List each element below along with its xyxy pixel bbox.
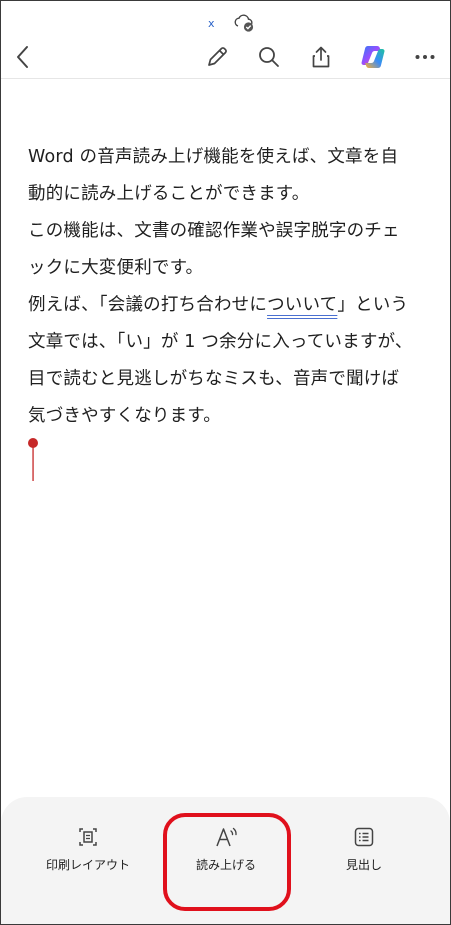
- doc-line: 文章では、「い」が 1 つ余分に入っていますが、: [28, 332, 413, 352]
- toolbar-divider: [1, 78, 450, 79]
- doc-line: Word の音声読み上げ機能を使えば、文章を自: [28, 147, 399, 167]
- title-status-area: x: [1, 13, 450, 37]
- headings-label: 見出し: [345, 858, 382, 872]
- copilot-icon: [361, 46, 385, 68]
- search-icon: [259, 47, 279, 67]
- edit-button[interactable]: [199, 39, 235, 75]
- headings-icon: [354, 827, 374, 847]
- doc-line: 例えば、「会議の打ち合わせについいて」という: [28, 287, 428, 324]
- ellipsis-icon: [415, 55, 435, 59]
- read-aloud-button[interactable]: 読み上げる: [176, 825, 276, 874]
- top-toolbar: [1, 37, 450, 77]
- pencil-icon: [208, 47, 227, 66]
- text-cursor-handle[interactable]: [27, 437, 39, 481]
- doc-text: 」という: [337, 295, 409, 315]
- doc-line: 動的に読み上げることができます。: [28, 184, 310, 204]
- doc-line: この機能は、文書の確認作業や誤字脱字のチェ: [28, 221, 400, 241]
- copilot-button[interactable]: [355, 39, 391, 75]
- read-aloud-icon: [216, 827, 237, 847]
- more-options-button[interactable]: [407, 39, 443, 75]
- search-button[interactable]: [251, 39, 287, 75]
- doc-line: ックに大変便利です。: [28, 258, 204, 278]
- print-layout-label: 印刷レイアウト: [45, 858, 130, 872]
- share-button[interactable]: [303, 39, 339, 75]
- doc-text: 例えば、「会議の打ち合わせに: [28, 295, 268, 315]
- doc-marker: x: [208, 17, 215, 30]
- doc-line: 目で読むと見逃しがちなミスも、音声で聞けば: [28, 369, 400, 389]
- read-aloud-label: 読み上げる: [195, 858, 256, 872]
- chevron-left-icon: [17, 46, 28, 68]
- share-icon: [312, 46, 330, 68]
- back-button[interactable]: [5, 39, 41, 75]
- document-body[interactable]: Word の音声読み上げ機能を使えば、文章を自 動的に読み上げることができます。…: [28, 139, 428, 435]
- app-window: x Word の音声読み上げ機能を使えば、文章を自 動的に読み上げることができま…: [0, 0, 451, 925]
- bottom-command-bar: 印刷レイアウト 読み上げる 見出し: [1, 797, 450, 924]
- cloud-synced-icon: [233, 13, 255, 33]
- doc-line: 気づきやすくなります。: [28, 406, 221, 426]
- print-layout-button[interactable]: 印刷レイアウト: [38, 825, 138, 874]
- spelling-flagged-word[interactable]: ついいて: [267, 295, 337, 315]
- headings-button[interactable]: 見出し: [314, 825, 414, 874]
- print-layout-icon: [79, 828, 97, 846]
